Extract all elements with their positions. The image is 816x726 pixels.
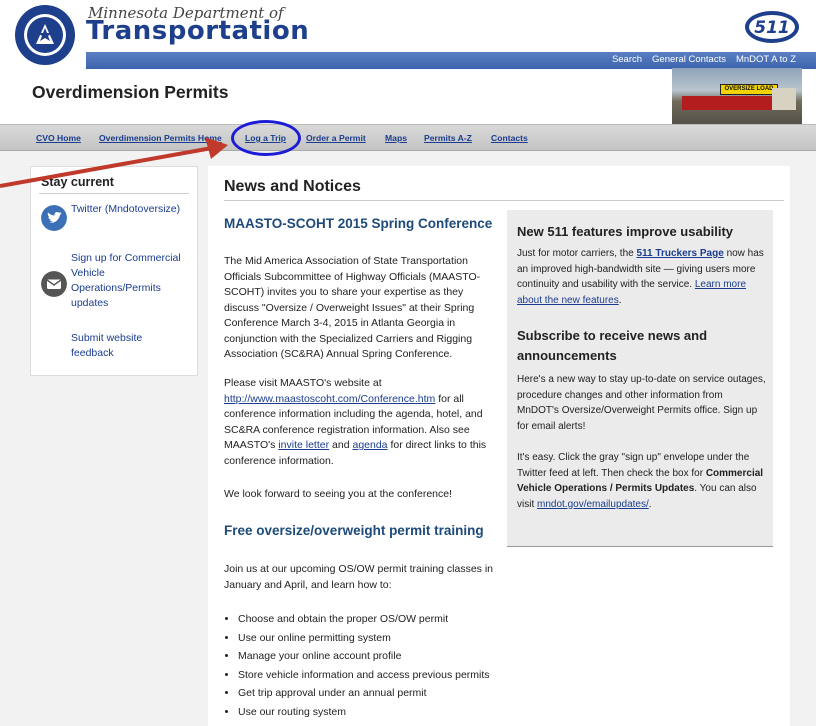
list-item: Manage your online account profile: [238, 647, 490, 666]
main-content: News and Notices MAASTO-SCOHT 2015 Sprin…: [208, 166, 790, 726]
article-title-training: Free oversize/overweight permit training: [224, 523, 484, 538]
maasto-conference-link[interactable]: http://www.maastoscoht.com/Conference.ht…: [224, 393, 435, 405]
agency-name[interactable]: Transportation: [86, 16, 309, 46]
annotation-highlight-circle: [231, 120, 301, 156]
p2-text-and: and: [332, 439, 350, 451]
511-truckers-page-link[interactable]: 511 Truckers Page: [636, 248, 723, 259]
training-bullet-list: Choose and obtain the proper OS/OW permi…: [224, 610, 490, 721]
annotation-red-arrow: [0, 137, 228, 188]
nav-order-a-permit[interactable]: Order a Permit: [306, 133, 366, 143]
article-maasto-paragraph-2: Please visit MAASTO's website at http://…: [224, 376, 498, 469]
nav-maps[interactable]: Maps: [385, 133, 407, 143]
callout-heading-511: New 511 features improve usability: [517, 224, 734, 239]
signup-updates-link[interactable]: Sign up for Commercial Vehicle Operation…: [71, 251, 181, 311]
nav-permits-a-z[interactable]: Permits A-Z: [424, 133, 472, 143]
utility-links: Search General Contacts MnDOT A to Z: [612, 54, 796, 65]
site-header: Minnesota Department of Transportation 5…: [0, 0, 816, 124]
article-maasto-paragraph-1: The Mid America Association of State Tra…: [224, 255, 481, 360]
email-updates-link[interactable]: mndot.gov/emailupdates/: [537, 499, 649, 510]
list-item: Use our online permitting system: [238, 629, 490, 648]
list-item: Store vehicle information and access pre…: [238, 666, 490, 685]
callout-subscribe-text: Here's a new way to stay up-to-date on s…: [517, 374, 766, 432]
list-item: Get trip approval under an annual permit: [238, 684, 490, 703]
nav-contacts[interactable]: Contacts: [491, 133, 528, 143]
callout-511-text: Just for motor carriers, the 511 Trucker…: [517, 248, 764, 306]
news-callout-box: New 511 features improve usability Just …: [507, 210, 773, 547]
list-item: Use our routing system: [238, 703, 490, 722]
callout-heading-subscribe: Subscribe to receive news and announceme…: [517, 328, 708, 363]
general-contacts-link[interactable]: General Contacts: [652, 54, 726, 65]
signup-text-end: .: [648, 498, 652, 510]
mndot-seal-logo[interactable]: [14, 4, 76, 66]
p2-text-start: Please visit MAASTO's website at: [224, 377, 382, 389]
mndot-a-to-z-link[interactable]: MnDOT A to Z: [736, 54, 796, 65]
search-link[interactable]: Search: [612, 54, 642, 65]
callout-511-text-start: Just for motor carriers, the: [517, 248, 634, 259]
511-logo-text: 511: [754, 18, 790, 38]
callout-signup-instructions: It's easy. Click the gray "sign up" enve…: [517, 450, 767, 512]
list-item: Choose and obtain the proper OS/OW permi…: [238, 610, 490, 629]
511-logo[interactable]: 511: [744, 10, 800, 44]
submit-feedback-link[interactable]: Submit website feedback: [71, 331, 181, 361]
page-title: Overdimension Permits: [32, 82, 229, 102]
oversize-truck-photo: OVERSIZE LOAD: [672, 68, 802, 124]
news-divider: [224, 200, 784, 201]
article-maasto-paragraph-3: We look forward to seeing you at the con…: [224, 488, 453, 500]
training-intro: Join us at our upcoming OS/OW permit tra…: [224, 563, 494, 591]
invite-letter-link[interactable]: invite letter: [278, 439, 329, 451]
article-title-maasto: MAASTO-SCOHT 2015 Spring Conference: [224, 216, 493, 231]
agenda-link[interactable]: agenda: [352, 439, 387, 451]
oversize-load-sign: OVERSIZE LOAD: [720, 84, 778, 95]
envelope-icon[interactable]: [41, 271, 67, 297]
truck-cab: [772, 88, 796, 110]
